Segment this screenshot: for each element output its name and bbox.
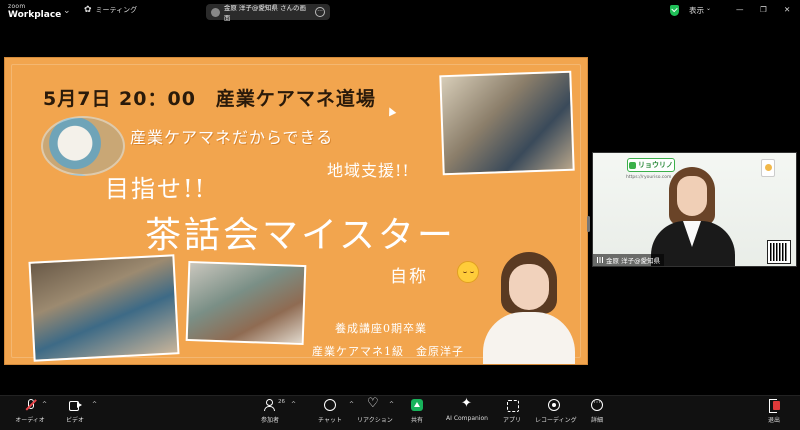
ai-companion-label: AI Companion	[446, 415, 488, 422]
more-icon	[591, 397, 603, 411]
leave-button[interactable]: 退出	[762, 399, 786, 424]
leave-door-icon	[768, 399, 780, 413]
meeting-photo-top-right	[439, 70, 575, 176]
maximize-icon[interactable]: ❐	[760, 5, 767, 14]
microphone-muted-icon	[24, 399, 36, 411]
audio-level-icon	[597, 257, 603, 263]
slide-subtitle-2: 地域支援!!	[327, 161, 410, 180]
video-button[interactable]: ^ ビデオ	[60, 399, 97, 424]
slide-self-called: 自称	[390, 267, 428, 287]
security-shield-icon[interactable]	[670, 5, 679, 16]
share-label-toolbar: 共有	[410, 417, 423, 424]
panel-resize-handle[interactable]	[587, 216, 590, 232]
apps-icon	[506, 399, 519, 412]
virtual-background-logo: リョウリノ	[627, 158, 675, 172]
participant-name-tag: 金原 洋子@愛知県	[593, 254, 665, 266]
shared-screen: 5月7日 20：00 産業ケアマネ道場 産業ケアマネだからできる 地域支援!! …	[4, 57, 588, 365]
view-chevron-icon[interactable]: ⌄	[706, 5, 711, 12]
screen-share-indicator[interactable]: 金原 洋子@愛知県 さんの画面 ···	[206, 4, 330, 22]
slide-subtitle-1: 産業ケアマネだからできる	[130, 128, 334, 147]
audio-caret-icon[interactable]: ^	[42, 401, 47, 408]
participants-button[interactable]: 26 ^ 参加者	[253, 399, 296, 424]
slide-main-title: 茶話会マイスター	[145, 215, 456, 256]
reactions-button[interactable]: ^ リアクション	[357, 396, 394, 424]
close-icon[interactable]: ✕	[784, 5, 790, 14]
background-url: https://ryouriso.com	[626, 175, 672, 180]
ai-companion-button[interactable]: AI Companion	[444, 396, 490, 422]
slide-headline: 5月7日 20：00 産業ケアマネ道場	[43, 88, 376, 110]
video-label: ビデオ	[65, 417, 84, 424]
meeting-menu[interactable]: ✿ ミーティング	[84, 5, 137, 15]
participants-icon	[264, 399, 276, 411]
share-label: 金原 洋子@愛知県 さんの画面	[223, 4, 306, 22]
minimize-icon[interactable]: —	[736, 5, 744, 14]
chat-caret-icon[interactable]: ^	[349, 401, 354, 408]
video-caret-icon[interactable]: ^	[92, 401, 97, 408]
brand-bottom: Workplace	[8, 10, 62, 20]
apps-label: アプリ	[502, 417, 521, 424]
record-label: レコーディング	[535, 417, 577, 424]
apps-button[interactable]: アプリ	[500, 399, 524, 424]
zoom-logo: zoom Workplace	[8, 2, 61, 20]
more-options-icon[interactable]: ···	[315, 7, 325, 17]
chat-bubble-icon	[324, 399, 336, 411]
meeting-toolbar: ^ オーディオ ^ ビデオ 26 ^ 参加者 ^ チャット ^ リアクション 共…	[0, 395, 800, 430]
chat-button[interactable]: ^ チャット	[313, 399, 354, 424]
tea-cake-photo	[41, 116, 125, 176]
group-photo-bottom-left	[28, 254, 180, 362]
share-button[interactable]: 共有	[404, 399, 430, 424]
more-button[interactable]: 詳細	[586, 397, 608, 424]
participant-video-tile[interactable]: リョウリノ https://ryouriso.com 金原 洋子@愛知県	[592, 152, 797, 267]
sharer-avatar-icon	[211, 7, 220, 17]
slide-credit-1: 養成講座0期卒業	[335, 322, 427, 335]
reactions-label: リアクション	[357, 417, 393, 424]
share-screen-icon	[411, 399, 423, 411]
participants-label: 参加者	[260, 417, 279, 424]
meeting-label: ミーティング	[95, 6, 138, 14]
tea-party-photo	[185, 260, 307, 346]
heart-icon	[367, 396, 379, 411]
chat-label: チャット	[318, 417, 342, 424]
presenter-portrait	[475, 246, 583, 364]
video-camera-icon	[69, 399, 82, 411]
qr-code-icon	[767, 240, 791, 264]
audio-label: オーディオ	[15, 417, 45, 424]
audio-button[interactable]: ^ オーディオ	[15, 399, 47, 424]
more-label: 詳細	[590, 417, 603, 424]
slide-credit-2: 産業ケアマネ1級 金原洋子	[312, 345, 464, 358]
participants-count: 26	[278, 399, 285, 405]
paw-icon: ✿	[84, 5, 92, 15]
participants-caret-icon[interactable]: ^	[291, 401, 296, 408]
reactions-caret-icon[interactable]: ^	[389, 401, 394, 408]
leave-label: 退出	[767, 417, 780, 424]
brand-mark-icon	[629, 161, 636, 169]
badge-icon	[761, 159, 775, 177]
record-icon	[548, 399, 560, 411]
chevron-down-icon[interactable]: ⌄	[63, 6, 71, 16]
view-button[interactable]: 表示	[689, 5, 704, 16]
top-bar: zoom Workplace ⌄ ✿ ミーティング 金原 洋子@愛知県 さんの画…	[0, 0, 800, 24]
slide-aim-text: 目指せ!!	[105, 175, 207, 203]
sparkle-icon	[461, 396, 473, 411]
record-button[interactable]: レコーディング	[535, 399, 577, 424]
